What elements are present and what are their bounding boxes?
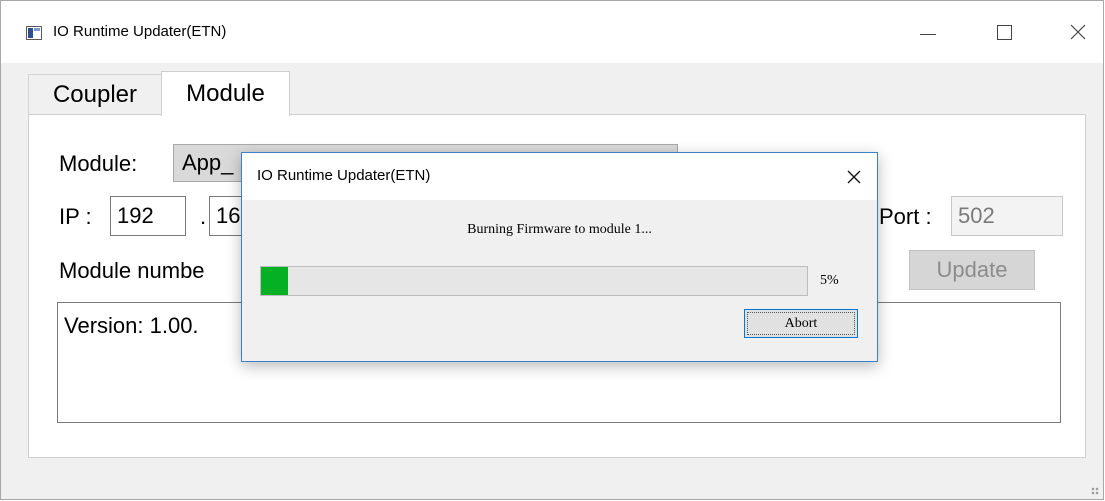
port-label: Port : [879,204,932,229]
minimize-icon [920,33,936,35]
progress-message: Burning Firmware to module 1... [467,222,652,237]
update-button[interactable]: Update [909,250,1035,290]
ip-octet-1-input[interactable]: 192 [110,196,186,236]
progress-bar-fill [261,267,289,295]
abort-button[interactable]: Abort [744,309,858,338]
close-icon [1070,24,1086,40]
tab-coupler[interactable]: Coupler [28,74,162,114]
module-label: Module: [59,151,138,176]
window-title: IO Runtime Updater(ETN) [53,23,227,40]
progress-dialog: IO Runtime Updater(ETN) Burning Firmware… [241,152,878,362]
ip-separator: . [200,204,207,229]
minimize-button[interactable] [905,1,951,63]
resize-grip[interactable] [1091,487,1099,495]
dialog-title-bar[interactable]: IO Runtime Updater(ETN) [242,153,877,200]
close-icon [847,170,861,183]
maximize-button[interactable] [981,1,1027,63]
ip-label: IP : [59,204,92,229]
module-number-label: Module numbe [59,258,205,283]
app-icon [26,26,42,40]
title-bar[interactable]: IO Runtime Updater(ETN) [1,1,1103,63]
progress-bar [260,266,808,296]
dialog-close-button[interactable] [831,153,877,200]
maximize-icon [996,24,1012,40]
dialog-title: IO Runtime Updater(ETN) [257,167,431,184]
progress-percent: 5% [820,273,839,288]
close-button[interactable] [1055,1,1101,63]
tab-module[interactable]: Module [161,71,290,116]
port-input[interactable]: 502 [951,196,1063,236]
